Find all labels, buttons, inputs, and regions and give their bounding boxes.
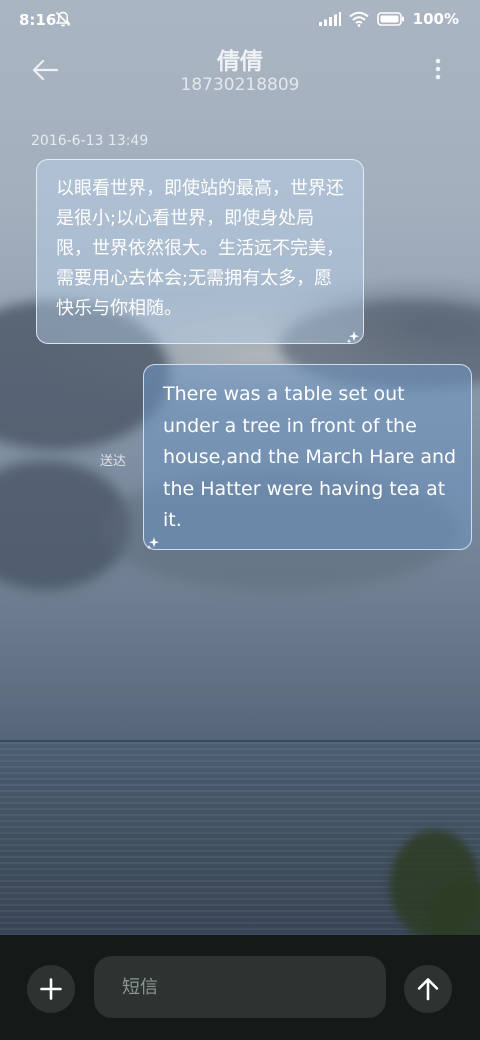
conversation-header: 倩倩 18730218809 (0, 40, 480, 102)
arrow-up-icon (417, 978, 439, 1001)
more-options-button[interactable] (434, 57, 442, 83)
battery-percentage: 100% (412, 10, 459, 28)
contact-phone-number: 18730218809 (180, 75, 300, 95)
message-input[interactable] (94, 956, 386, 1018)
sparkle-icon (146, 537, 159, 550)
contact-name: 倩倩 (217, 49, 263, 75)
status-time: 8:16 (19, 11, 57, 29)
add-attachment-button[interactable] (27, 965, 75, 1013)
plus-icon (40, 978, 62, 1000)
sparkle-icon (346, 331, 359, 344)
incoming-message-text: 以眼看世界，即使站的最高，世界还是很小;以心看世界，即使身处局限，世界依然很大。… (56, 178, 344, 319)
outgoing-message-text: There was a table set out under a tree i… (163, 383, 457, 531)
message-composer (0, 935, 480, 1040)
signal-icon (318, 12, 341, 26)
incoming-message-bubble[interactable]: 以眼看世界，即使站的最高，世界还是很小;以心看世界，即使身处局限，世界依然很大。… (36, 159, 364, 344)
message-timestamp: 2016-6-13 13:49 (31, 133, 149, 149)
wifi-icon (349, 11, 369, 27)
more-vertical-icon (435, 58, 441, 80)
battery-icon (376, 12, 404, 26)
bell-off-icon (55, 11, 71, 27)
send-button[interactable] (404, 965, 452, 1013)
delivery-status: 送达 (100, 454, 127, 469)
outgoing-message-bubble[interactable]: There was a table set out under a tree i… (143, 364, 472, 550)
status-bar: 8:16 100% (0, 0, 480, 40)
